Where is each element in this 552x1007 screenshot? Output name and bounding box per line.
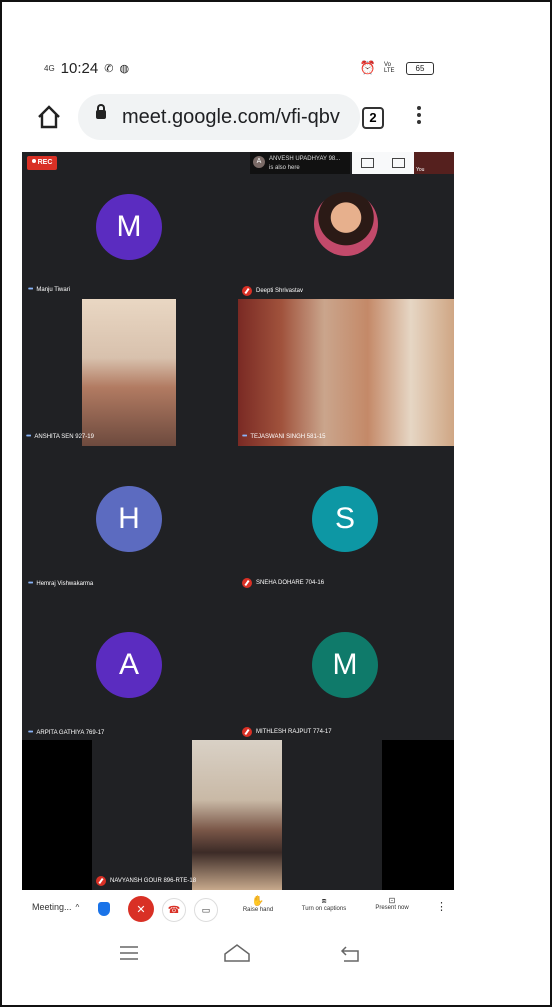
participant-tile[interactable]: H ••• Hemraj Vishwakarma	[22, 446, 236, 592]
participant-video	[82, 299, 176, 446]
participant-name: ANSHITA SEN 927-19	[34, 433, 94, 440]
recents-menu-icon[interactable]	[118, 942, 140, 964]
chat-icon[interactable]	[392, 158, 405, 168]
participant-name: Hemraj Vishwakarma	[36, 580, 94, 587]
participant-tile[interactable]: S SNEHA DOHARE 704-16	[238, 446, 454, 592]
camera-toggle-button[interactable]: ▭	[194, 898, 218, 922]
shield-icon[interactable]	[98, 902, 110, 916]
chevron-up-icon: ^	[75, 902, 80, 912]
participant-video	[192, 740, 282, 890]
participant-name: TEJASWANI SINGH 581-15	[250, 433, 326, 440]
people-icon[interactable]	[361, 158, 374, 168]
top-actions	[352, 152, 414, 174]
network-indicator: 4G	[44, 63, 55, 73]
meeting-details-button[interactable]: Meeting... ^	[32, 902, 79, 912]
browser-toolbar: meet.google.com/vfi-qbv 2	[22, 92, 454, 144]
tab-switcher-button[interactable]: 2	[362, 107, 384, 129]
mic-off-icon	[96, 876, 106, 886]
url-text: meet.google.com/vfi-qbv	[122, 106, 340, 128]
android-nav-bar	[22, 930, 454, 978]
participant-tile[interactable]: M ••• Manju Tiwari	[22, 174, 236, 299]
meeting-label: Meeting...	[32, 902, 72, 912]
raise-hand-label: Raise hand	[242, 907, 274, 913]
self-label: You	[416, 167, 425, 173]
mic-toggle-button[interactable]: ✕	[128, 896, 154, 922]
mic-off-icon	[242, 727, 252, 737]
notice-name: ANVESH UPADHYAY 98...	[269, 156, 341, 162]
participant-avatar: S	[312, 486, 378, 552]
participant-avatar: M	[96, 194, 162, 260]
participant-avatar: A	[96, 632, 162, 698]
notification-icon: ◍	[119, 63, 130, 75]
notice-text: is also here	[269, 165, 300, 171]
whatsapp-icon: ✆	[104, 63, 114, 75]
participant-name: MITHLESH RAJPUT 774-17	[256, 729, 332, 735]
more-options-icon[interactable]	[414, 104, 424, 128]
participant-tile[interactable]: NAVYANSH GOUR 896-RTE-18	[22, 740, 454, 890]
participant-name: SNEHA DOHARE 704-16	[256, 580, 325, 586]
participant-name: ARPITA GATHIYA 769-17	[36, 729, 105, 736]
address-bar[interactable]: meet.google.com/vfi-qbv	[78, 94, 360, 140]
participant-tile[interactable]: Deepti Shrivastav	[238, 174, 454, 299]
join-notice: A ANVESH UPADHYAY 98... is also here	[250, 152, 350, 174]
participant-name: Manju Tiwari	[36, 286, 71, 293]
audio-level-icon: •••	[28, 286, 33, 293]
alarm-icon: ⏰	[359, 60, 376, 75]
mic-off-icon	[242, 578, 252, 588]
volte-indicator: Vo LTE	[384, 62, 395, 74]
raise-hand-button[interactable]: ✋ Raise hand	[236, 896, 280, 913]
lock-icon	[96, 104, 106, 119]
more-controls-icon[interactable]: ⋮	[436, 900, 447, 913]
status-bar: 4G 10:24 ✆ ◍ ⏰ Vo LTE 65	[44, 58, 434, 82]
present-icon: ⊡	[388, 896, 396, 905]
captions-label: Turn on captions	[301, 906, 347, 912]
notice-avatar: A	[253, 156, 265, 168]
meet-grid: REC A ANVESH UPADHYAY 98... is also here …	[22, 152, 454, 890]
present-button[interactable]: ⊡ Present now	[372, 896, 412, 911]
audio-level-icon: •••	[26, 433, 31, 440]
participant-tile[interactable]: ••• TEJASWANI SINGH 581-15	[238, 299, 454, 446]
clock: 10:24	[60, 60, 99, 77]
participant-avatar: H	[96, 486, 162, 552]
captions-button[interactable]: ⧈ Turn on captions	[296, 896, 352, 912]
home-icon[interactable]	[36, 104, 62, 130]
participant-video	[238, 299, 454, 446]
hand-icon: ✋	[251, 896, 265, 907]
participant-name: Deepti Shrivastav	[256, 288, 304, 294]
audio-level-icon: •••	[28, 580, 33, 587]
mic-off-icon	[242, 286, 252, 296]
audio-level-icon: •••	[242, 433, 247, 440]
meet-controls: Meeting... ^ ✕ ☎ ▭ ✋ Raise hand ⧈ Turn o…	[22, 890, 454, 930]
participant-photo	[314, 192, 378, 256]
captions-icon: ⧈	[321, 896, 327, 905]
end-call-button[interactable]: ☎	[162, 898, 186, 922]
audio-level-icon: •••	[28, 729, 33, 736]
back-icon[interactable]	[340, 942, 362, 964]
participant-tile[interactable]: ••• ANSHITA SEN 927-19	[22, 299, 236, 446]
recording-badge: REC	[27, 156, 57, 170]
participant-avatar: M	[312, 632, 378, 698]
participant-tile[interactable]: A ••• ARPITA GATHIYA 769-17	[22, 592, 236, 740]
self-preview[interactable]: You	[414, 152, 454, 174]
participant-name: NAVYANSH GOUR 896-RTE-18	[110, 878, 197, 884]
present-label: Present now	[375, 905, 409, 911]
participant-tile[interactable]: M MITHLESH RAJPUT 774-17	[238, 592, 454, 740]
battery-icon: 65	[406, 61, 434, 75]
home-nav-icon[interactable]	[222, 942, 252, 964]
